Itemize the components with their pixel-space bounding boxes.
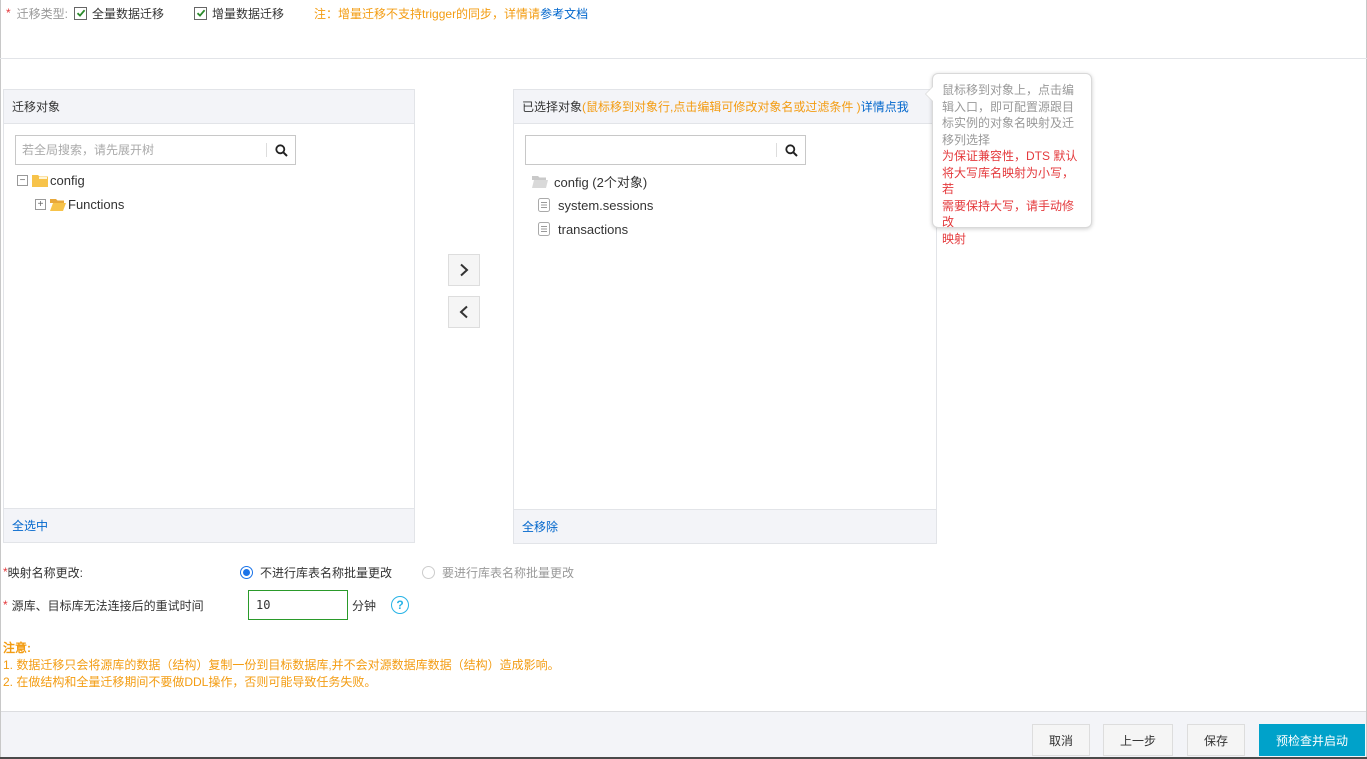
expand-icon[interactable]: + bbox=[35, 198, 46, 210]
table-icon bbox=[538, 222, 550, 236]
retry-unit: 分钟 bbox=[352, 598, 377, 613]
mapping-row: * 映射名称更改: bbox=[3, 564, 83, 580]
precheck-start-button[interactable]: 预检查并启动 bbox=[1259, 724, 1365, 756]
chevron-left-icon bbox=[459, 305, 468, 319]
selected-panel-header: 已选择对象 (鼠标移到对象行,点击编辑可修改对象名或过滤条件 ) 详情点我 bbox=[514, 90, 936, 124]
search-icon bbox=[784, 143, 798, 157]
selected-objects-panel: 已选择对象 (鼠标移到对象行,点击编辑可修改对象名或过滤条件 ) 详情点我 co… bbox=[513, 89, 937, 544]
tooltip-arrow bbox=[925, 86, 933, 102]
note-item: 2. 在做结构和全量迁移期间不要做DDL操作，否则可能导致任务失败。 bbox=[3, 675, 377, 689]
help-icon[interactable]: ? bbox=[391, 596, 409, 614]
notes-title: 注意: bbox=[3, 641, 31, 655]
reference-doc-link[interactable]: 参考文档 bbox=[540, 5, 588, 22]
mapping-label: 映射名称更改: bbox=[7, 565, 84, 580]
full-migration-label: 全量数据迁移 bbox=[92, 6, 165, 21]
add-to-selected-button[interactable] bbox=[448, 254, 480, 286]
source-search-button[interactable] bbox=[267, 136, 295, 164]
full-migration-checkbox[interactable]: 全量数据迁移 bbox=[74, 5, 164, 22]
source-search-input[interactable] bbox=[16, 136, 266, 164]
source-panel-footer: 全选中 bbox=[4, 508, 414, 542]
selected-node-label: config (2个对象) bbox=[554, 174, 648, 190]
radio-batch-change[interactable]: 要进行库表名称批量更改 bbox=[422, 564, 574, 580]
incremental-migration-label: 增量数据迁移 bbox=[212, 6, 285, 21]
radio-unselected-icon[interactable] bbox=[422, 565, 435, 579]
checkbox-checked-icon[interactable] bbox=[74, 6, 88, 20]
selected-panel-title: 已选择对象 bbox=[522, 100, 583, 114]
tree-node-config[interactable]: − config bbox=[17, 170, 85, 190]
selected-search bbox=[525, 135, 806, 165]
migration-type-label: 迁移类型: bbox=[16, 6, 69, 21]
trigger-note: 注：增量迁移不支持trigger的同步，详情请 bbox=[314, 6, 541, 21]
source-panel-header: 迁移对象 bbox=[4, 90, 414, 124]
selected-node-label: system.sessions bbox=[558, 197, 654, 213]
radio-selected-icon[interactable] bbox=[240, 565, 253, 579]
note-item: 1. 数据迁移只会将源库的数据（结构）复制一份到目标数据库,并不会对源数据库数据… bbox=[3, 658, 560, 672]
detail-link[interactable]: 详情点我 bbox=[861, 98, 909, 115]
source-panel-title: 迁移对象 bbox=[12, 100, 61, 114]
tooltip-red-line: 映射 bbox=[942, 231, 967, 246]
checkbox-checked-icon[interactable] bbox=[194, 6, 208, 20]
selected-node-transactions[interactable]: transactions bbox=[538, 219, 628, 239]
tree-node-label: Functions bbox=[68, 196, 125, 212]
source-search bbox=[15, 135, 296, 165]
selected-node-system-sessions[interactable]: system.sessions bbox=[538, 195, 653, 215]
notes-block: 注意: 1. 数据迁移只会将源库的数据（结构）复制一份到目标数据库,并不会对源数… bbox=[3, 640, 560, 691]
required-mark: * bbox=[3, 598, 8, 612]
save-button[interactable]: 保存 bbox=[1187, 724, 1245, 756]
folder-open-icon bbox=[50, 198, 66, 211]
tooltip-gray-line: 辑入口，即可配置源跟目 bbox=[942, 99, 1075, 114]
tree-node-functions[interactable]: + Functions bbox=[35, 194, 124, 214]
search-icon bbox=[274, 143, 288, 157]
retry-time-input[interactable] bbox=[248, 590, 348, 620]
selected-panel-footer: 全移除 bbox=[514, 509, 936, 543]
table-icon bbox=[538, 198, 550, 212]
selected-node-config[interactable]: config (2个对象) bbox=[532, 171, 647, 191]
cancel-button[interactable]: 取消 bbox=[1032, 724, 1090, 756]
selected-node-label: transactions bbox=[558, 221, 629, 237]
required-mark: * bbox=[6, 6, 11, 20]
folder-icon bbox=[32, 174, 48, 187]
selected-search-input[interactable] bbox=[526, 136, 776, 164]
retry-row: * 源库、目标库无法连接后的重试时间 bbox=[3, 597, 204, 613]
radio-no-batch-change[interactable]: 不进行库表名称批量更改 bbox=[240, 564, 392, 580]
tooltip-red-line: 将大写库名映射为小写，若 bbox=[942, 165, 1075, 197]
migration-type-row: * 迁移类型: 全量数据迁移 增量数据迁移 注：增量迁移不支持trigger的同… bbox=[6, 4, 588, 22]
mapping-tooltip: 鼠标移到对象上，点击编 辑入口，即可配置源跟目 标实例的对象名映射及迁 移列选择… bbox=[925, 73, 1092, 246]
folder-icon bbox=[532, 175, 548, 188]
tooltip-gray-line: 鼠标移到对象上，点击编 bbox=[942, 83, 1075, 97]
remove-all-link[interactable]: 全移除 bbox=[522, 518, 558, 535]
previous-step-button[interactable]: 上一步 bbox=[1103, 724, 1173, 756]
chevron-right-icon bbox=[460, 263, 469, 277]
divider bbox=[0, 58, 1367, 59]
collapse-icon[interactable]: − bbox=[17, 174, 28, 186]
selected-search-button[interactable] bbox=[777, 136, 805, 164]
radio-label: 要进行库表名称批量更改 bbox=[442, 565, 575, 580]
tree-node-label: config bbox=[50, 172, 85, 188]
incremental-migration-checkbox[interactable]: 增量数据迁移 bbox=[194, 5, 284, 22]
select-all-link[interactable]: 全选中 bbox=[12, 517, 48, 534]
radio-label: 不进行库表名称批量更改 bbox=[260, 565, 393, 580]
remove-from-selected-button[interactable] bbox=[448, 296, 480, 328]
tooltip-gray-line: 移列选择 bbox=[942, 132, 991, 147]
tooltip-red-line: 需要保持大写，请手动修改 bbox=[942, 198, 1075, 230]
tooltip-gray-line: 标实例的对象名映射及迁 bbox=[942, 116, 1075, 130]
retry-label: 源库、目标库无法连接后的重试时间 bbox=[11, 598, 204, 613]
selected-panel-hint: (鼠标移到对象行,点击编辑可修改对象名或过滤条件 ) bbox=[582, 100, 861, 114]
tooltip-red-line: 为保证兼容性，DTS 默认 bbox=[942, 149, 1078, 163]
source-objects-panel: 迁移对象 − config + Functions 全选中 bbox=[3, 89, 415, 543]
